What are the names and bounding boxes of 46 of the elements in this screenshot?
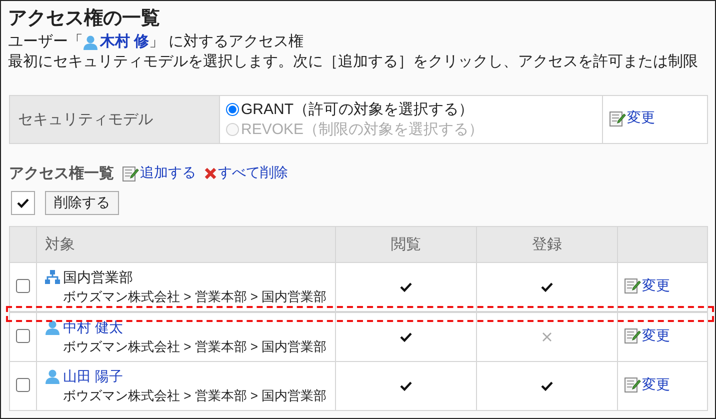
add-link[interactable]: 追加する: [140, 164, 196, 182]
change-link[interactable]: 変更: [642, 276, 670, 295]
column-header: 登録: [476, 226, 618, 262]
security-model-label: セキュリティモデル: [10, 96, 220, 144]
radio-label: REVOKE（制限の対象を選択する）: [241, 120, 484, 140]
organization-icon: [45, 270, 60, 284]
edit-icon: [624, 277, 641, 294]
instruction-text: 最初にセキュリティモデルを選択します。次に［追加する］をクリックし、アクセスを許可または制限: [8, 52, 699, 72]
user-icon: [45, 320, 60, 334]
select-all-button[interactable]: [11, 191, 35, 215]
row-checkbox[interactable]: [16, 378, 30, 392]
group-name: 国内営業部: [63, 268, 133, 287]
organization-path: ボウズマン株式会社 > 営業本部 > 国内営業部: [62, 288, 327, 306]
user-icon: [83, 34, 98, 50]
column-header: 対象: [36, 226, 336, 262]
change-link[interactable]: 変更: [642, 376, 670, 394]
radio-button[interactable]: [226, 103, 239, 116]
page-title: アクセス権の一覧: [8, 7, 161, 31]
column-header: 閲覧: [336, 226, 476, 262]
user-line-text: 」 に対するアクセス権: [149, 32, 304, 52]
change-link[interactable]: 変更: [627, 109, 655, 128]
delete-all-link[interactable]: すべて削除: [218, 164, 288, 182]
radio-label: GRANT（許可の対象を選択する）: [241, 100, 474, 120]
edit-icon: [122, 164, 139, 182]
user-icon: [45, 368, 60, 384]
cross-icon: [542, 332, 552, 342]
user-line-text: ユーザー「: [8, 32, 83, 52]
check-icon: [17, 198, 29, 208]
user-link[interactable]: 山田 陽子: [63, 366, 123, 386]
edit-icon: [624, 376, 641, 394]
user-link[interactable]: 木村 修: [100, 32, 150, 52]
check-icon: [541, 381, 553, 391]
organization-path: ボウズマン株式会社 > 営業本部 > 国内営業部: [62, 387, 327, 405]
check-icon: [400, 332, 412, 342]
delete-button[interactable]: 削除する: [45, 191, 119, 215]
row-checkbox[interactable]: [16, 328, 30, 342]
row-checkbox[interactable]: [16, 278, 30, 292]
organization-path: ボウズマン株式会社 > 営業本部 > 国内営業部: [62, 338, 327, 356]
check-icon: [541, 282, 553, 292]
change-link[interactable]: 変更: [642, 326, 670, 345]
section-title: アクセス権一覧: [9, 164, 114, 182]
delete-icon: [204, 166, 217, 180]
edit-icon: [624, 327, 641, 344]
edit-icon: [609, 110, 626, 127]
check-icon: [400, 381, 412, 391]
check-icon: [400, 282, 412, 292]
